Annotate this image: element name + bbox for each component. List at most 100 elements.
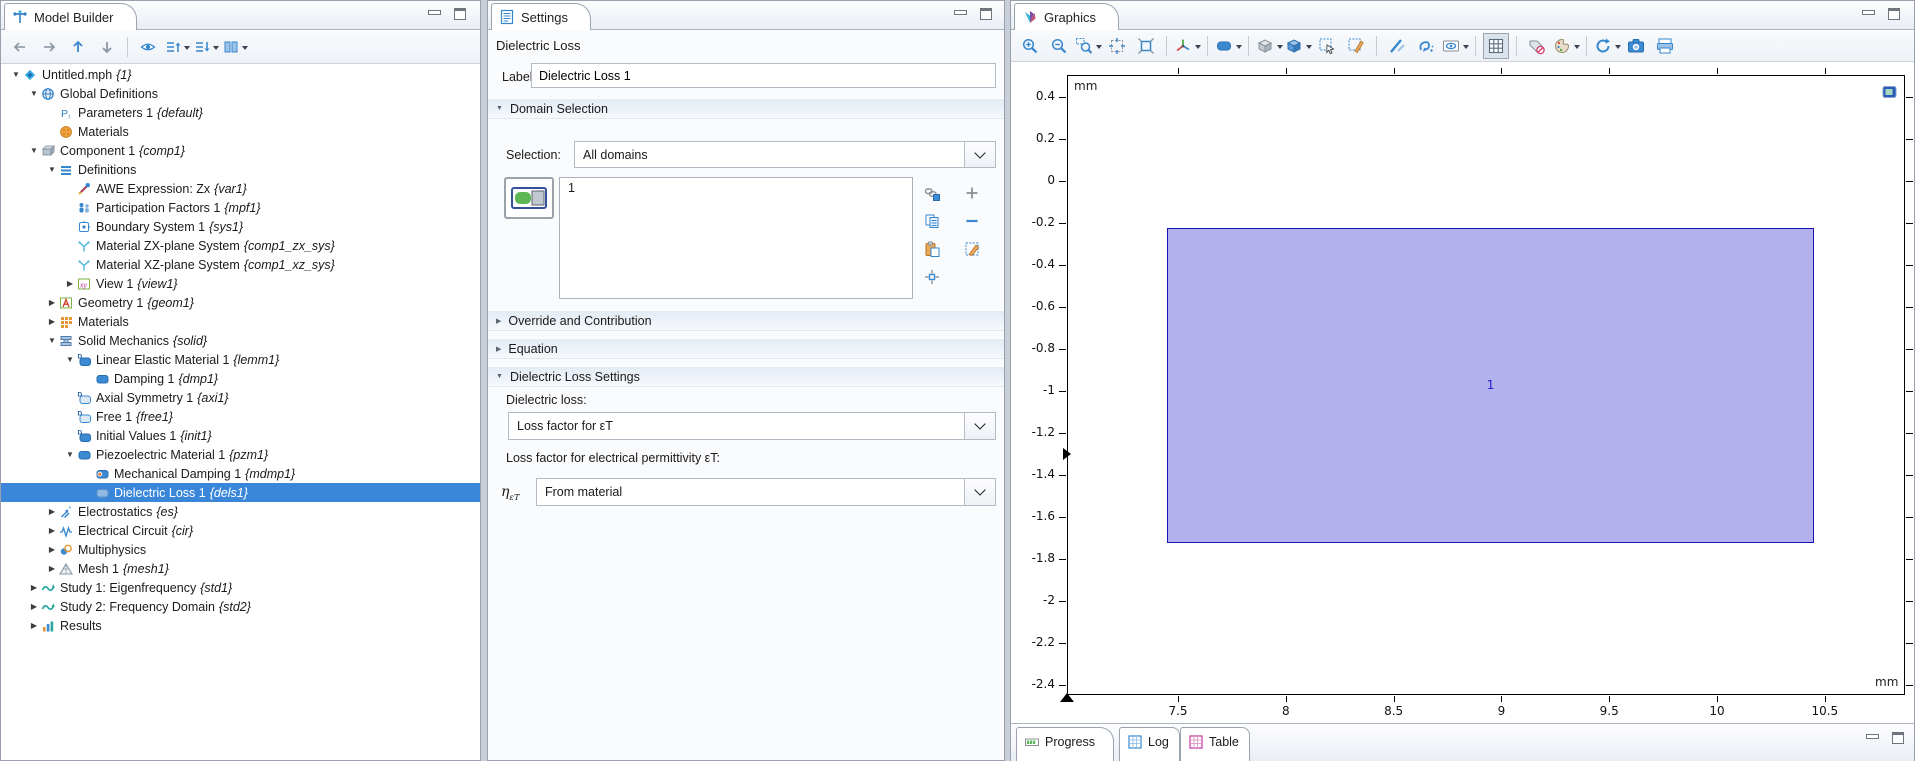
tree-item-global-definitions[interactable]: ▼Global Definitions: [1, 84, 480, 103]
tree-item-electrostatics[interactable]: ▶*Electrostatics{es}: [1, 502, 480, 521]
environment-button[interactable]: [1285, 33, 1311, 59]
tree-item-geometry-1[interactable]: ▶Geometry 1{geom1}: [1, 293, 480, 312]
tree-item-awe-expression-zx[interactable]: AWE Expression: Zx{var1}: [1, 179, 480, 198]
plot-canvas[interactable]: mm mm 7.588.599.51010.50.40.20-0.2-0.4-0…: [1011, 62, 1914, 723]
settings-minimize-button[interactable]: [954, 10, 967, 15]
section-dielectric-loss-settings[interactable]: ▼ Dielectric Loss Settings: [488, 366, 1004, 387]
tab-graphics[interactable]: Graphics: [1014, 3, 1119, 30]
section-domain-selection[interactable]: ▼ Domain Selection: [488, 98, 1004, 119]
tree-item-definitions[interactable]: ▼Definitions: [1, 160, 480, 179]
dropdown-arrow-icon[interactable]: [1306, 45, 1312, 52]
label-input[interactable]: [531, 63, 996, 88]
dielectric-loss-combo-dropdown[interactable]: [964, 413, 995, 439]
expand-arrow-icon[interactable]: ▶: [27, 621, 41, 630]
select-box-button[interactable]: [1314, 33, 1340, 59]
zoom-extents-button[interactable]: [1104, 33, 1130, 59]
dropdown-arrow-icon[interactable]: [242, 46, 248, 53]
view-indicator-icon[interactable]: [1881, 83, 1899, 101]
dock-minimize-button[interactable]: [1866, 734, 1879, 739]
dropdown-arrow-icon[interactable]: [1463, 45, 1469, 52]
copy-selection-button[interactable]: [920, 209, 944, 233]
dropdown-arrow-icon[interactable]: [213, 46, 219, 53]
visibility-button[interactable]: [1442, 33, 1468, 59]
tree-item-parameters-1[interactable]: PiParameters 1{default}: [1, 103, 480, 122]
tree-item-electrical-circuit[interactable]: ▶Electrical Circuit{cir}: [1, 521, 480, 540]
tree-item-dielectric-loss-1[interactable]: Dielectric Loss 1{dels1}: [1, 483, 480, 502]
select-domains-button[interactable]: [1215, 33, 1241, 59]
tree-item-mesh-1[interactable]: ▶Mesh 1{mesh1}: [1, 559, 480, 578]
collapse-arrow-icon[interactable]: ▼: [63, 450, 77, 459]
paste-selection-button[interactable]: [920, 237, 944, 261]
tree-item-participation-factors-1[interactable]: Participation Factors 1{mpf1}: [1, 198, 480, 217]
collapse-arrow-icon[interactable]: ▼: [45, 336, 59, 345]
orbit-button[interactable]: [1413, 33, 1439, 59]
tree-item-multiphysics[interactable]: ▶Multiphysics: [1, 540, 480, 559]
tab-model-builder[interactable]: Model Builder: [4, 3, 137, 30]
tab-log[interactable]: Log: [1119, 727, 1180, 761]
eta-combo[interactable]: From material: [536, 478, 996, 506]
tree-item-material-zx-plane-system[interactable]: Material ZX-plane System{comp1_zx_sys}: [1, 236, 480, 255]
color-theme-button[interactable]: [1553, 33, 1579, 59]
collapse-arrow-icon[interactable]: ▼: [27, 146, 41, 155]
tree-item-solid-mechanics[interactable]: ▼Solid Mechanics{solid}: [1, 331, 480, 350]
tree-item-material-xz-plane-system[interactable]: Material XZ-plane System{comp1_xz_sys}: [1, 255, 480, 274]
tree-item-axial-symmetry-1[interactable]: DAxial Symmetry 1{axi1}: [1, 388, 480, 407]
axis-marker-bottom-icon[interactable]: [1060, 686, 1074, 702]
expand-arrow-icon[interactable]: ▶: [27, 583, 41, 592]
transparency-button[interactable]: [1384, 33, 1410, 59]
dock-maximize-button[interactable]: [1892, 732, 1904, 744]
tab-progress[interactable]: Progress: [1016, 727, 1114, 761]
eta-combo-dropdown[interactable]: [964, 479, 995, 505]
graphics-maximize-button[interactable]: [1888, 8, 1900, 20]
tree-item-free-1[interactable]: DFree 1{free1}: [1, 407, 480, 426]
dropdown-arrow-icon[interactable]: [1615, 45, 1621, 52]
tree-item-study-2-frequency-domain[interactable]: ▶Study 2: Frequency Domain{std2}: [1, 597, 480, 616]
domain-selection-list[interactable]: 1: [559, 177, 913, 299]
collapse-all-button[interactable]: [164, 34, 190, 60]
active-selection-toggle[interactable]: [504, 177, 554, 219]
go-to-default-view-button[interactable]: [1174, 33, 1200, 59]
tree-item-piezoelectric-material-1[interactable]: ▼Piezoelectric Material 1{pzm1}: [1, 445, 480, 464]
nav-back-button[interactable]: [7, 34, 33, 60]
dropdown-arrow-icon[interactable]: [1096, 45, 1102, 52]
zoom-selection-button[interactable]: [920, 265, 944, 289]
tree-item-initial-values-1[interactable]: DInitial Values 1{init1}: [1, 426, 480, 445]
expand-arrow-icon[interactable]: ▶: [45, 545, 59, 554]
add-button[interactable]: [960, 181, 984, 205]
zoom-out-button[interactable]: [1046, 33, 1072, 59]
expand-arrow-icon[interactable]: ▶: [45, 526, 59, 535]
collapse-arrow-icon[interactable]: ▼: [45, 165, 59, 174]
selection-list-item[interactable]: 1: [568, 181, 904, 195]
tree-item-materials[interactable]: ▶Materials: [1, 312, 480, 331]
scene-light-button[interactable]: [1256, 33, 1282, 59]
hide-labels-button[interactable]: [1524, 33, 1550, 59]
expand-arrow-icon[interactable]: ▶: [63, 279, 77, 288]
grid-button[interactable]: [1483, 33, 1509, 59]
tree-item-mechanical-damping-1[interactable]: Mechanical Damping 1{mdmp1}: [1, 464, 480, 483]
tree-item-boundary-system-1[interactable]: Boundary System 1{sys1}: [1, 217, 480, 236]
collapse-arrow-icon[interactable]: ▼: [27, 89, 41, 98]
expand-arrow-icon[interactable]: ▶: [45, 298, 59, 307]
expand-arrow-icon[interactable]: ▶: [27, 602, 41, 611]
tree-item-results[interactable]: ▶Results: [1, 616, 480, 635]
tree-item-materials[interactable]: Materials: [1, 122, 480, 141]
selection-combo[interactable]: All domains: [574, 141, 996, 168]
zoom-in-button[interactable]: [1017, 33, 1043, 59]
dropdown-arrow-icon[interactable]: [1574, 45, 1580, 52]
tree-item-component-1[interactable]: ▼Component 1{comp1}: [1, 141, 480, 160]
link-add-button[interactable]: [920, 181, 944, 205]
expand-arrow-icon[interactable]: ▶: [45, 317, 59, 326]
zoom-to-selection-button[interactable]: [1133, 33, 1159, 59]
show-node-button[interactable]: [135, 34, 161, 60]
tree-item-damping-1[interactable]: Damping 1{dmp1}: [1, 369, 480, 388]
minimize-button[interactable]: [428, 10, 441, 15]
tree-item-view-1[interactable]: ▶xyView 1{view1}: [1, 274, 480, 293]
tree-item-study-1-eigenfrequency[interactable]: ▶Study 1: Eigenfrequency{std1}: [1, 578, 480, 597]
dielectric-loss-combo[interactable]: Loss factor for εT: [508, 412, 996, 440]
maximize-button[interactable]: [454, 8, 466, 20]
tree-item-untitled-mph[interactable]: ▼Untitled.mph{1}: [1, 65, 480, 84]
section-override[interactable]: ▶ Override and Contribution: [488, 310, 1004, 331]
expand-arrow-icon[interactable]: ▶: [45, 507, 59, 516]
axis-marker-left-icon[interactable]: [1063, 448, 1077, 460]
reset-view-button[interactable]: [1594, 33, 1620, 59]
